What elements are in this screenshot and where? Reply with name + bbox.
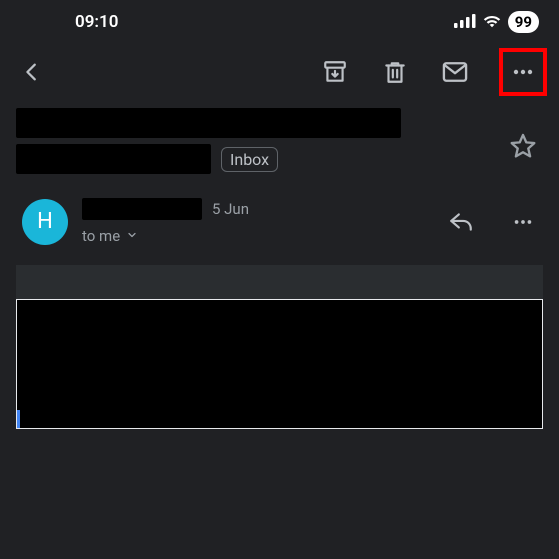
body-area-top — [16, 265, 543, 299]
battery-indicator: 99 — [508, 11, 539, 33]
sender-row: H 5 Jun to me — [0, 180, 559, 257]
body-accent-strip — [17, 410, 20, 428]
cellular-icon — [454, 13, 476, 32]
archive-button[interactable] — [315, 52, 355, 92]
status-time: 09:10 — [75, 12, 118, 32]
email-date: 5 Jun — [212, 200, 249, 218]
avatar[interactable]: H — [22, 199, 68, 245]
email-body-container — [16, 265, 543, 429]
recipient-text: to me — [82, 227, 120, 245]
subject-block: Inbox — [16, 108, 493, 174]
chevron-down-icon — [126, 226, 138, 245]
subject-text-redacted-1 — [16, 108, 401, 138]
delete-button[interactable] — [375, 52, 415, 92]
sender-more-button[interactable] — [503, 202, 543, 242]
avatar-letter: H — [37, 209, 53, 234]
mark-unread-button[interactable] — [435, 52, 475, 92]
back-button[interactable] — [12, 52, 52, 92]
more-options-button[interactable] — [503, 52, 543, 92]
subject-text-redacted-2 — [16, 144, 211, 174]
folder-chip: Inbox — [221, 147, 278, 172]
recipient-expand[interactable]: to me — [82, 226, 427, 245]
email-toolbar — [0, 44, 559, 100]
sender-name-redacted — [82, 198, 202, 220]
reply-button[interactable] — [441, 202, 481, 242]
subject-row: Inbox — [0, 100, 559, 180]
wifi-icon — [482, 13, 502, 32]
email-body-redacted — [16, 299, 543, 429]
more-options-highlight — [499, 48, 547, 96]
star-button[interactable] — [503, 126, 543, 166]
status-indicators: 99 — [454, 11, 539, 33]
status-bar: 09:10 99 — [0, 0, 559, 44]
